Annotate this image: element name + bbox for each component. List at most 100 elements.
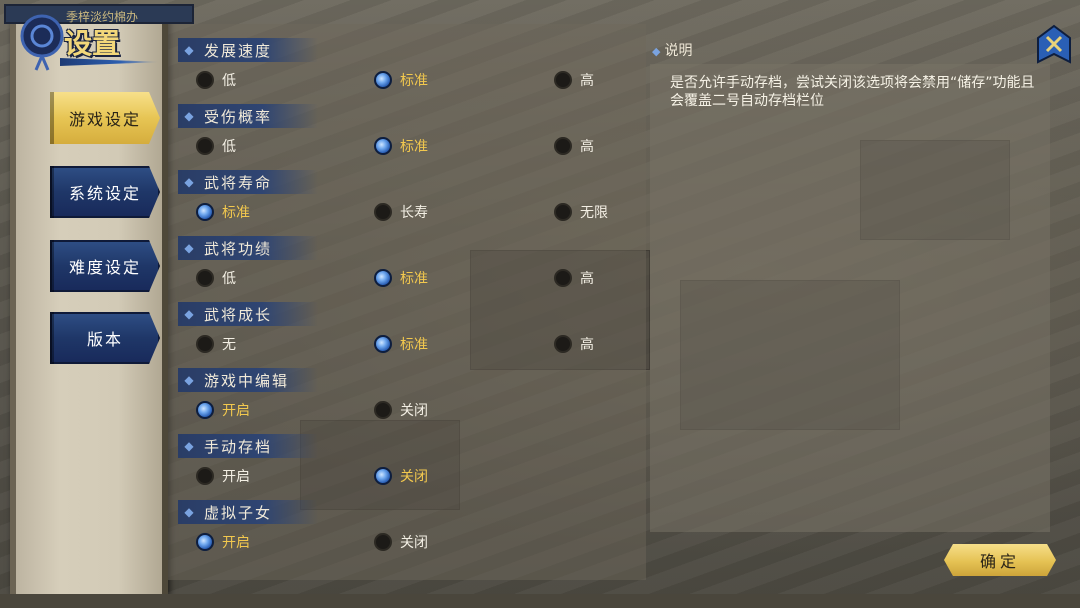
tab-edge — [50, 92, 54, 144]
option-high[interactable]: 高 — [554, 70, 594, 90]
tab-system-settings[interactable]: 系统设定 — [50, 166, 160, 218]
option-off[interactable]: 关闭 — [374, 532, 428, 552]
radio-button[interactable] — [554, 137, 572, 155]
radio-button[interactable] — [196, 71, 214, 89]
confirm-button[interactable]: 确定 — [944, 544, 1056, 576]
radio-button[interactable] — [196, 335, 214, 353]
confirm-label: 确定 — [979, 552, 1020, 571]
tab-edge — [50, 166, 54, 218]
section-label: 虚拟子女 — [204, 503, 273, 522]
option-low[interactable]: 低 — [196, 136, 236, 156]
section-label: 武将寿命 — [204, 173, 273, 192]
section-header: ◆ 受伤概率 — [178, 104, 318, 128]
radio-button[interactable] — [374, 533, 392, 551]
option-label: 低 — [222, 271, 236, 287]
radio-button[interactable] — [196, 137, 214, 155]
option-label: 标准 — [400, 271, 428, 287]
radio-button[interactable] — [196, 467, 214, 485]
option-label: 关闭 — [400, 535, 428, 551]
radio-button-selected[interactable] — [196, 401, 214, 419]
option-standard[interactable]: 标准 — [374, 70, 428, 90]
option-label: 高 — [580, 73, 594, 89]
radio-button-selected[interactable] — [196, 533, 214, 551]
section-header: ◆ 武将功绩 — [178, 236, 318, 260]
section-label: 游戏中编辑 — [204, 371, 290, 390]
radio-button[interactable] — [554, 71, 572, 89]
radio-button[interactable] — [554, 335, 572, 353]
option-on[interactable]: 开启 — [196, 466, 250, 486]
tab-edge — [50, 312, 54, 364]
option-unlimited[interactable]: 无限 — [554, 202, 608, 222]
option-label: 低 — [222, 139, 236, 155]
option-standard[interactable]: 标准 — [374, 268, 428, 288]
option-label: 低 — [222, 73, 236, 89]
radio-button-selected[interactable] — [374, 71, 392, 89]
option-off[interactable]: 关闭 — [374, 466, 428, 486]
section-label: 发展速度 — [204, 41, 273, 60]
radio-button-selected[interactable] — [374, 335, 392, 353]
radio-button[interactable] — [196, 269, 214, 287]
radio-button-selected[interactable] — [196, 203, 214, 221]
option-label: 无限 — [580, 205, 608, 221]
option-standard[interactable]: 标准 — [374, 136, 428, 156]
option-label: 高 — [580, 337, 594, 353]
section-header: ◆ 武将成长 — [178, 302, 318, 326]
section-label: 武将成长 — [204, 305, 273, 324]
close-icon[interactable] — [1036, 24, 1072, 68]
tab-difficulty-settings[interactable]: 难度设定 — [50, 240, 160, 292]
option-label: 关闭 — [400, 469, 428, 485]
tab-game-settings[interactable]: 游戏设定 — [50, 92, 160, 144]
option-label: 标准 — [400, 337, 428, 353]
radio-button[interactable] — [554, 269, 572, 287]
option-long[interactable]: 长寿 — [374, 202, 428, 222]
option-label: 高 — [580, 139, 594, 155]
option-on[interactable]: 开启 — [196, 400, 250, 420]
section-header: ◆ 发展速度 — [178, 38, 318, 62]
section-header: ◆ 武将寿命 — [178, 170, 318, 194]
option-standard[interactable]: 标准 — [196, 202, 250, 222]
option-high[interactable]: 高 — [554, 334, 594, 354]
tab-version[interactable]: 版本 — [50, 312, 160, 364]
option-label: 开启 — [222, 469, 250, 485]
description-title: 说明 — [664, 43, 693, 59]
page-title: 设置 — [64, 27, 121, 60]
option-label: 无 — [222, 337, 236, 353]
option-standard[interactable]: 标准 — [374, 334, 428, 354]
option-high[interactable]: 高 — [554, 136, 594, 156]
option-label: 关闭 — [400, 403, 428, 419]
option-low[interactable]: 低 — [196, 268, 236, 288]
option-none[interactable]: 无 — [196, 334, 236, 354]
option-low[interactable]: 低 — [196, 70, 236, 90]
section-label: 手动存档 — [204, 437, 273, 456]
tab-label: 难度设定 — [68, 258, 141, 277]
diamond-icon: ◆ — [184, 175, 194, 189]
radio-button[interactable] — [374, 203, 392, 221]
option-label: 开启 — [222, 535, 250, 551]
radio-button-selected[interactable] — [374, 269, 392, 287]
section-header: ◆ 虚拟子女 — [178, 500, 318, 524]
section-header: ◆ 手动存档 — [178, 434, 318, 458]
diamond-icon: ◆ — [184, 43, 194, 57]
diamond-icon: ◆ — [184, 439, 194, 453]
option-label: 标准 — [222, 205, 250, 221]
radio-button-selected[interactable] — [374, 137, 392, 155]
bottom-strip — [0, 594, 1080, 608]
option-high[interactable]: 高 — [554, 268, 594, 288]
tab-label: 系统设定 — [68, 184, 141, 203]
diamond-icon: ◆ — [184, 109, 194, 123]
radio-button[interactable] — [374, 401, 392, 419]
diamond-icon: ◆ — [184, 505, 194, 519]
section-label: 受伤概率 — [204, 107, 273, 126]
option-on[interactable]: 开启 — [196, 532, 250, 552]
option-label: 标准 — [400, 139, 428, 155]
radio-button[interactable] — [554, 203, 572, 221]
section-label: 武将功绩 — [204, 239, 273, 258]
option-label: 开启 — [222, 403, 250, 419]
option-off[interactable]: 关闭 — [374, 400, 428, 420]
diamond-icon: ◆ — [184, 307, 194, 321]
tab-label: 游戏设定 — [68, 110, 141, 129]
diamond-icon: ◆ — [184, 241, 194, 255]
radio-button-selected[interactable] — [374, 467, 392, 485]
option-label: 高 — [580, 271, 594, 287]
option-label: 标准 — [400, 73, 428, 89]
